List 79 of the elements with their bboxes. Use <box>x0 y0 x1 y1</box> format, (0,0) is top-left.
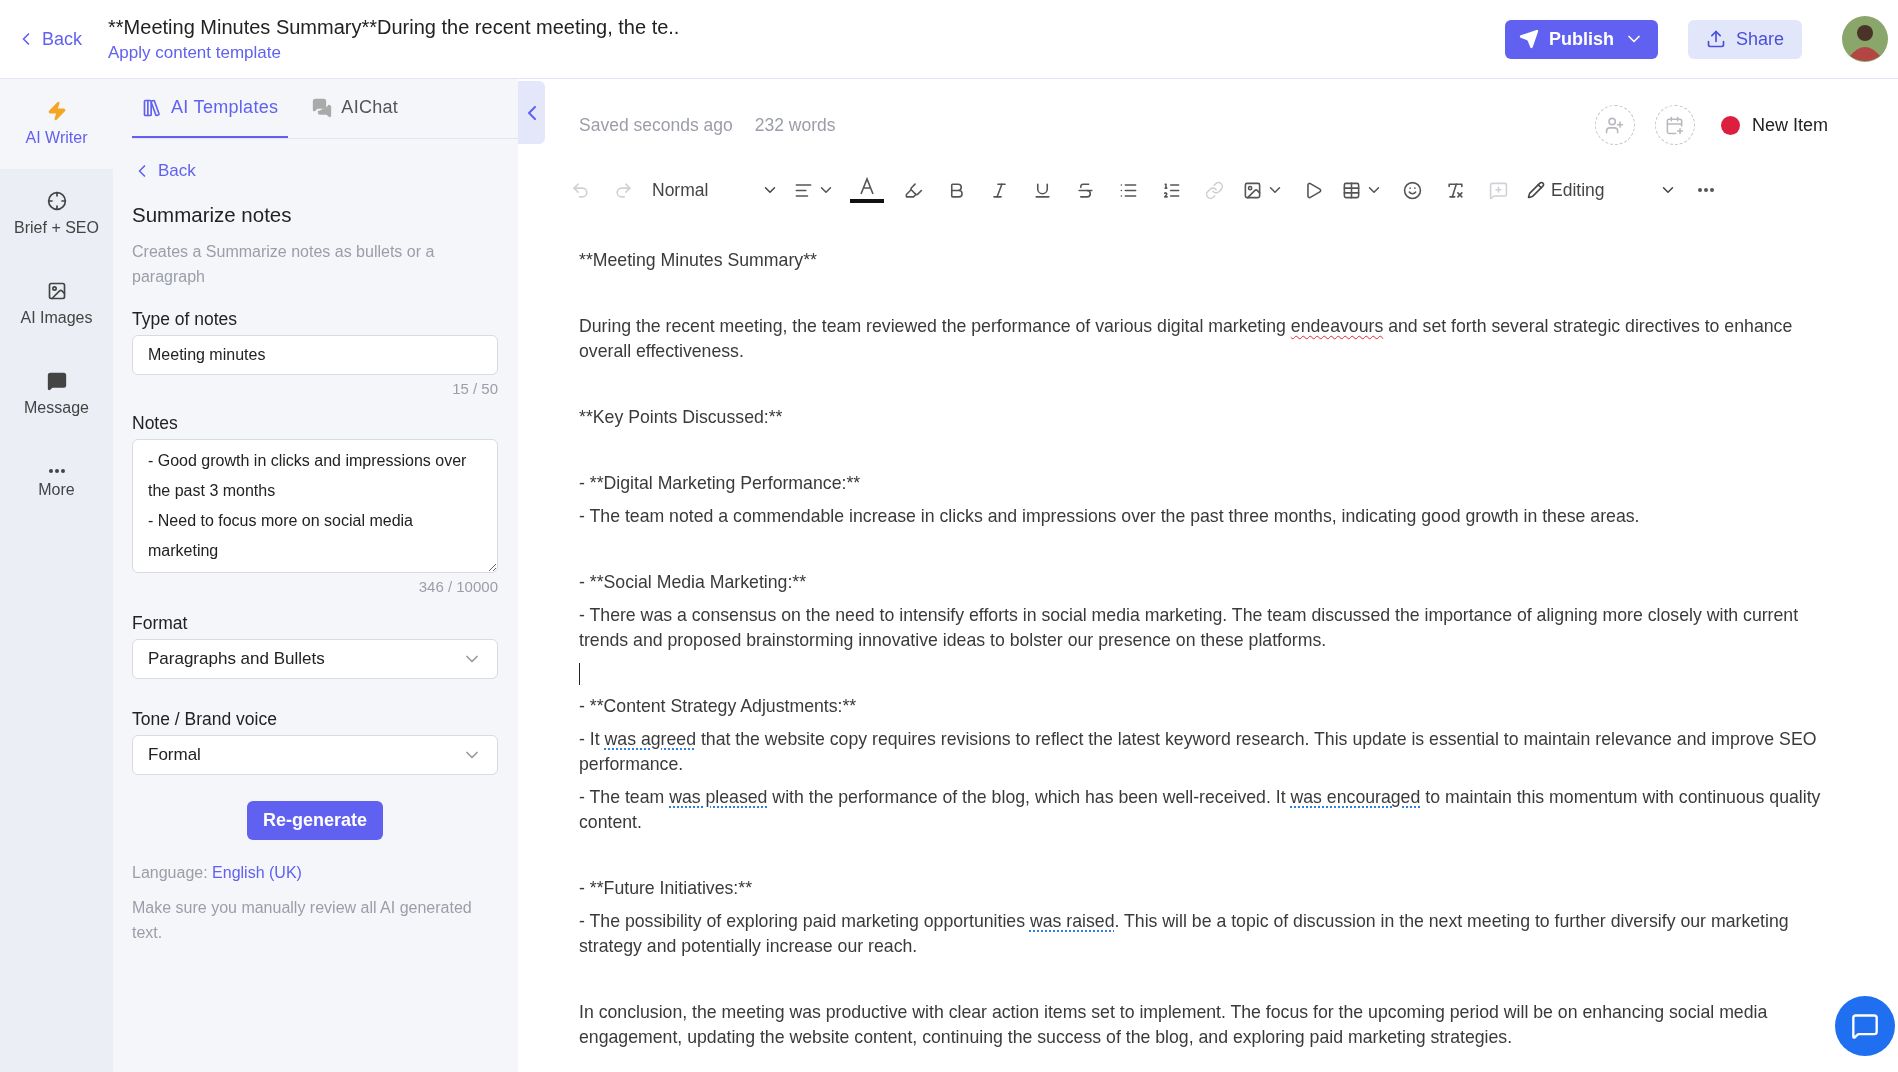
clear-format-icon <box>1445 180 1465 200</box>
undo-icon <box>570 180 590 200</box>
notes-field[interactable]: - Good growth in clicks and impressions over the past 3 months - Need to focus more on social media marketing <box>132 439 498 573</box>
more-icon <box>1698 188 1714 192</box>
sidebar-item[interactable]: AI Writer <box>0 79 113 169</box>
smiley-icon <box>1402 180 1422 200</box>
regenerate-button[interactable]: Re-generate <box>246 801 383 840</box>
text-color-icon <box>850 175 884 205</box>
sidebar-item[interactable]: Message <box>0 349 113 439</box>
paragraph: During the recent meeting, the team reviewed the performance of various digital marketing endeavours and set forth several strategic directives to enhance overall effectiveness. <box>579 315 1794 363</box>
back-link[interactable]: Back <box>16 28 83 50</box>
paragraph: **Key Points Discussed:** <box>579 406 784 429</box>
paragraph: - **Future Initiatives:** <box>579 877 753 900</box>
style-dropdown[interactable]: Normal <box>648 172 783 208</box>
calendar-icon <box>1665 115 1685 135</box>
send-icon <box>1518 29 1539 49</box>
status-label: New Item <box>1751 114 1828 136</box>
paragraph: - The possibility of exploring paid marketing opportunities was raised. This will be a topic of discussion in the next meeting to further diversify our marketing strategy and potentially increase our reach. <box>579 910 1790 958</box>
paragraph: **Meeting Minutes Summary** <box>579 249 818 272</box>
image-icon <box>1243 180 1262 200</box>
collapse-panel-button[interactable] <box>518 81 545 144</box>
paragraph: - **Social Media Marketing:** <box>579 571 808 594</box>
strikethrough-icon <box>1075 180 1095 200</box>
upload-icon <box>1705 29 1726 49</box>
character-count: 15 / 50 <box>451 380 498 397</box>
pencil-icon <box>1527 181 1545 199</box>
tab[interactable]: AIChat <box>302 79 409 138</box>
comment-icon <box>1488 180 1508 200</box>
text-cursor <box>579 663 580 686</box>
field-label: Tone / Brand voice <box>132 709 278 730</box>
field-label: Notes <box>132 413 179 434</box>
publish-button[interactable]: Publish <box>1504 19 1658 59</box>
chat-launcher-button[interactable] <box>1835 996 1895 1056</box>
sidebar-item[interactable]: AI Images <box>0 259 113 349</box>
word-count: 232 words <box>754 114 836 136</box>
tab[interactable]: AI Templates <box>132 79 289 138</box>
chat-icon <box>312 97 333 118</box>
paragraph: - There was a consensus on the need to intensify efforts in social media marketing. The team discussed the importance of aligning more closely with current trends and proposed brainstorming innovative ideas to bolster our presence on these platforms. <box>579 604 1800 652</box>
back-link[interactable]: Back <box>132 161 498 181</box>
crosshair-icon <box>46 191 67 211</box>
paragraph: - **Content Strategy Adjustments:** <box>579 695 858 718</box>
sidebar-item[interactable]: More <box>0 439 113 529</box>
language-label: Language: <box>132 864 208 881</box>
document-title: **Meeting Minutes Summary**During the recent meeting, the te.. <box>108 15 681 39</box>
dropdown[interactable]: Formal <box>132 735 498 775</box>
field-label: Format <box>132 613 189 634</box>
paragraph: - It was agreed that the website copy requires revisions to reflect the latest keyword research. This update is essential to maintain relevance and improve SEO performance. <box>579 728 1818 776</box>
image-icon <box>46 281 67 301</box>
character-count: 346 / 10000 <box>417 578 498 595</box>
table-icon <box>1342 180 1361 200</box>
sidebar-item[interactable]: Brief + SEO <box>0 169 113 259</box>
chevron-left-icon <box>527 105 536 120</box>
field-label: Type of notes <box>132 309 239 330</box>
share-button[interactable]: Share <box>1687 19 1802 59</box>
save-status: Saved seconds ago <box>579 114 733 136</box>
highlighter-icon <box>903 180 923 200</box>
paragraph: In conclusion, the meeting was productive with clear action items set to implement. The focus for the upcoming period will be on enhancing social media engagement, updating the website content, continuing the success of the blog, and exploring paid marketing strategies. <box>579 1001 1769 1049</box>
underline-icon <box>1032 180 1052 200</box>
library-icon <box>142 97 162 118</box>
template-description: Creates a Summarize notes as bullets or a paragraph <box>132 242 436 287</box>
numbered-list-icon <box>1161 180 1181 200</box>
chat-icon <box>1851 1012 1879 1040</box>
redo-icon <box>613 180 633 200</box>
link-icon <box>1204 180 1224 200</box>
dropdown[interactable]: Paragraphs and Bullets <box>132 639 498 679</box>
paragraph: - The team was pleased with the performance of the blog, which has been well-received. It was encouraged to maintain this momentum with continuous quality content. <box>579 786 1822 834</box>
template-link[interactable]: Apply content template <box>108 42 1505 63</box>
mode-dropdown[interactable]: Editing <box>1523 172 1681 208</box>
notes-type-field[interactable]: Meeting minutes <box>132 335 498 375</box>
paragraph: - **Digital Marketing Performance:** <box>579 472 862 495</box>
message-icon <box>46 371 67 391</box>
disclaimer-text: Make sure you manually review all AI generated text. <box>132 898 473 943</box>
language-link[interactable]: English (UK) <box>212 864 302 881</box>
avatar[interactable] <box>1842 16 1888 62</box>
template-title: Summarize notes <box>132 203 293 227</box>
more-icon <box>48 469 65 473</box>
paragraph: - The team noted a commendable increase in clicks and impressions over the past three months, indicating good growth in these areas. <box>579 505 1641 528</box>
user-plus-icon <box>1605 115 1625 135</box>
lightning-icon <box>46 101 67 121</box>
